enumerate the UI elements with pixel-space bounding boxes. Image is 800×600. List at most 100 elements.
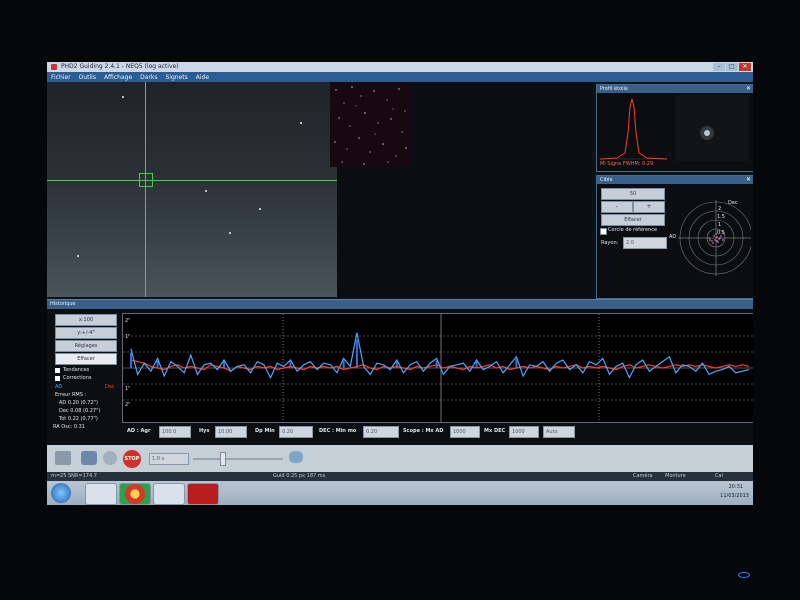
status-left: m=25 SNR=174.7 — [51, 473, 97, 479]
rms-title: Erreur RMS : — [55, 392, 87, 398]
dec-legend: Dec — [105, 384, 115, 390]
star-profile-graph — [599, 95, 749, 161]
radius-input[interactable]: 2.0 — [623, 237, 667, 249]
taskbar-chrome-icon[interactable] — [119, 483, 151, 505]
guide-toolbar: STOP 1.0 s — [47, 445, 753, 472]
start-button[interactable] — [51, 483, 71, 503]
history-graph — [123, 314, 753, 422]
star — [77, 255, 79, 257]
menu-outils[interactable]: Outils — [75, 74, 100, 81]
star-profile-title: Profil étoile — [597, 85, 753, 93]
star — [300, 122, 302, 124]
star-profile-footer: Mi Signe FWHM: 0.29 — [600, 161, 654, 167]
zoom-out-button[interactable]: - — [601, 201, 633, 213]
star-field-dots — [334, 86, 407, 165]
status-camera: Caméra — [633, 473, 653, 479]
guide-icon[interactable] — [103, 451, 117, 465]
zoom-in-button[interactable]: + — [633, 201, 665, 213]
windows-taskbar: 20:31 11/03/2013 — [47, 481, 753, 505]
target-clear-button[interactable]: Effacer — [601, 214, 665, 226]
crosshair-vertical — [145, 82, 146, 297]
dec-min-move-label: DEC : Min mo — [319, 428, 357, 434]
target-ring-label-2: 2 — [718, 206, 722, 212]
star — [205, 190, 207, 192]
reference-circle-checkbox[interactable] — [600, 228, 607, 235]
y-tick-lower: 1" — [125, 386, 131, 392]
status-cal: Cal — [715, 473, 723, 479]
taskbar-phd2-icon[interactable] — [187, 483, 219, 505]
settings-button[interactable]: Réglages — [55, 340, 117, 352]
rms-dec: Dec 0.08 (0.27") — [59, 408, 101, 414]
menu-fichier[interactable]: Fichier — [47, 74, 75, 81]
target-close-icon[interactable]: ✕ — [746, 176, 751, 184]
star — [122, 96, 124, 98]
gamma-slider-thumb[interactable] — [220, 452, 226, 466]
target-axis-ra: AD — [669, 234, 677, 240]
dec-min-move-input[interactable]: 0.20 — [363, 426, 399, 438]
star — [229, 232, 231, 234]
guide-history-chart: 2" 1" 1" 2" — [122, 313, 753, 423]
target-title: Cible — [597, 176, 753, 184]
app-icon — [51, 64, 57, 70]
taskbar-explorer-icon[interactable] — [85, 483, 117, 505]
y-tick-bottom: 2" — [125, 402, 131, 408]
ra-series-line — [130, 332, 750, 379]
dec-mode-select[interactable]: Auto — [543, 426, 575, 438]
clock-date: 11/03/2013 — [720, 493, 749, 499]
radius-label: Rayon: — [601, 240, 619, 246]
exposure-select[interactable]: 1.0 s — [149, 453, 189, 465]
star — [259, 208, 261, 210]
window-title: PHD2 Guiding 2.4.1 - NEQ5 (log active) — [61, 63, 179, 70]
target-panel: Cible ✕ 50 - + Effacer Cercle de référen… — [596, 175, 753, 299]
ra-legend: AD — [55, 384, 63, 390]
camera-image[interactable] — [47, 82, 337, 297]
reference-circle-label: Cercle de référence — [608, 227, 658, 233]
zoom-select[interactable]: 50 — [601, 188, 665, 200]
guide-camera-view[interactable] — [47, 82, 592, 297]
status-bar: m=25 SNR=174.7 Guid 0.25 px 187 ms Camér… — [47, 472, 753, 481]
brain-settings-icon[interactable] — [289, 451, 303, 463]
menu-signets[interactable]: Signets — [162, 74, 192, 81]
max-dec-input[interactable]: 1000 — [509, 426, 539, 438]
star-field-thumbnail — [330, 82, 410, 167]
target-ring-label-0.5: 0.5 — [717, 230, 725, 236]
correction-bar — [475, 361, 478, 368]
menu-bar: Fichier Outils Affichage Darks Signets A… — [47, 72, 753, 82]
loop-icon[interactable] — [81, 451, 97, 465]
star-profile-close-icon[interactable]: ✕ — [746, 85, 751, 93]
y-scale-select[interactable]: y:+/-4" — [55, 327, 117, 339]
gamma-slider[interactable] — [193, 458, 283, 460]
camera-connect-icon[interactable] — [55, 451, 71, 465]
max-ra-input[interactable]: 1000 — [450, 426, 480, 438]
x-scale-select[interactable]: x:100 — [55, 314, 117, 326]
taskbar-app-icon[interactable] — [153, 483, 185, 505]
menu-affichage[interactable]: Affichage — [100, 74, 136, 81]
status-middle: Guid 0.25 px 187 ms — [273, 473, 326, 479]
title-bar: PHD2 Guiding 2.4.1 - NEQ5 (log active) –… — [47, 62, 753, 72]
history-clear-button[interactable]: Effacer — [55, 353, 117, 365]
menu-aide[interactable]: Aide — [192, 74, 213, 81]
corrections-checkbox[interactable] — [55, 376, 60, 381]
power-led — [738, 572, 750, 578]
maximize-button[interactable]: □ — [726, 63, 738, 71]
target-ring-label-1.5: 1.5 — [717, 214, 725, 220]
minimize-button[interactable]: – — [713, 63, 725, 71]
ra-min-move-input[interactable]: 0.20 — [279, 426, 313, 438]
close-button[interactable]: ✕ — [739, 63, 751, 71]
ra-aggression-input[interactable]: 100.0 — [159, 426, 191, 438]
scope-max-ra-label: Scope : Mx AD — [403, 428, 444, 434]
stop-button[interactable]: STOP — [123, 450, 141, 468]
menu-darks[interactable]: Darks — [136, 74, 161, 81]
corrections-label: Corrections — [63, 375, 92, 381]
star-profile-panel: Profil étoile ✕ Mi Signe FWHM: 0.29 — [596, 84, 753, 172]
monitor-screen: PHD2 Guiding 2.4.1 - NEQ5 (log active) –… — [47, 62, 753, 505]
correction-bar — [355, 339, 358, 368]
trends-checkbox[interactable] — [55, 368, 60, 373]
hysteresis-input[interactable]: 10.00 — [215, 426, 247, 438]
ra-aggression-label: AD : Agr — [127, 428, 151, 434]
y-tick-upper: 1" — [125, 334, 131, 340]
crosshair-horizontal — [47, 180, 337, 181]
clock-time: 20:31 — [728, 484, 743, 490]
status-mount: Monture — [665, 473, 686, 479]
guide-star-box — [139, 173, 153, 187]
